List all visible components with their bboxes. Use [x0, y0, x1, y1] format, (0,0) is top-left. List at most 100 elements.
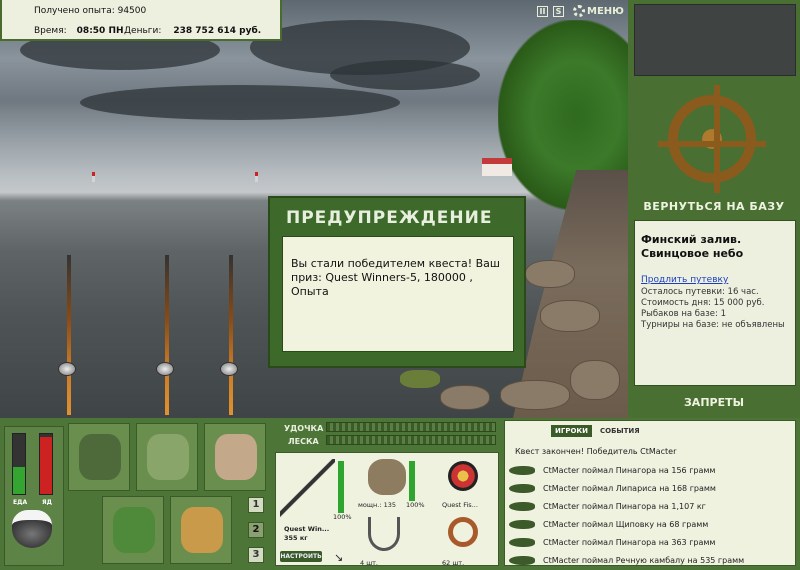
event-text: CtMacter поймал Речную камбалу на 535 гр…: [543, 555, 745, 565]
rod-label: УДОЧКА: [284, 424, 324, 433]
event-text: CtMacter поймал Щиповку на 68 грамм: [543, 519, 709, 529]
bait-count: 62 шт.: [442, 559, 465, 567]
tab-players[interactable]: ИГРОКИ: [551, 425, 592, 437]
rock: [440, 385, 490, 410]
time-label: Время:: [34, 26, 67, 36]
bag-icon: [79, 434, 121, 480]
list-item: CtMacter поймал Щиповку на 68 грамм: [509, 515, 793, 533]
event-text: CtMacter поймал Пинагора на 156 грамм: [543, 465, 716, 475]
reel-icon: [156, 362, 174, 376]
right-panel: ВЕРНУТЬСЯ НА БАЗУ Финский залив. Свинцов…: [628, 0, 800, 418]
stat-line: Стоимость дня: 15 000 руб.: [641, 298, 765, 308]
tab-events[interactable]: СОБЫТИЯ: [596, 425, 644, 437]
fishing-rod[interactable]: [165, 255, 169, 415]
reel-power: мощн.: 135: [358, 501, 396, 509]
location-title: Финский залив. Свинцовое небо: [641, 233, 789, 261]
menu-label: МЕНЮ: [587, 5, 624, 17]
ship-wheel-icon[interactable]: [658, 85, 766, 193]
basket-icon: [113, 507, 155, 553]
inventory-page-2[interactable]: 2: [248, 522, 264, 538]
fish-icon: [509, 501, 535, 511]
pause-button[interactable]: II: [537, 5, 548, 17]
food-level: [13, 467, 25, 494]
menu-button[interactable]: МЕНЮ: [573, 5, 624, 17]
buoy: [255, 172, 258, 182]
rod-image[interactable]: [280, 459, 335, 519]
grass: [400, 370, 440, 388]
inventory-page-1[interactable]: 1: [248, 497, 264, 513]
rock: [570, 360, 620, 400]
poison-level: [40, 437, 52, 494]
reel-icon: [220, 362, 238, 376]
fish-icon: [509, 537, 535, 547]
bucket-icon: [181, 507, 223, 553]
location-sub: Свинцовое небо: [641, 247, 744, 260]
reel-wear-level: [409, 461, 415, 501]
rock: [525, 260, 575, 288]
stat-line: Турниры на базе: не объявлены: [641, 320, 785, 330]
map-icon: [215, 434, 257, 480]
rock: [500, 380, 570, 410]
inventory-slot[interactable]: [136, 423, 198, 491]
event-text: CtMacter поймал Пинагора на 363 грамм: [543, 537, 716, 547]
buoy: [92, 172, 95, 182]
events-panel: ИГРОКИ СОБЫТИЯ Квест закончен! Победител…: [504, 420, 796, 566]
rock: [540, 300, 600, 332]
stat-line: Рыбаков на базе: 1: [641, 309, 726, 319]
bait-worm-image[interactable]: [448, 517, 478, 547]
gear-icon: [573, 5, 585, 17]
reel-image[interactable]: [368, 459, 406, 495]
inventory-slot[interactable]: [102, 496, 164, 564]
fish-icon: [509, 555, 535, 565]
extend-permit-link[interactable]: Продлить путевку: [641, 275, 789, 285]
reel-wear-gauge: [409, 461, 415, 501]
location-name: Финский залив.: [641, 233, 742, 246]
hook-count: 4 шт.: [360, 559, 379, 567]
stat-line: Осталось путевки: 16 час.: [641, 287, 759, 297]
inventory-slot[interactable]: [170, 496, 232, 564]
inventory-slot[interactable]: [68, 423, 130, 491]
bans-button[interactable]: ЗАПРЕТЫ: [628, 396, 800, 409]
hook-image[interactable]: [368, 517, 400, 551]
list-item: CtMacter поймал Пинагора на 1,107 кг: [509, 497, 793, 515]
cloud: [330, 60, 480, 90]
events-tabs: ИГРОКИ СОБЫТИЯ: [551, 425, 644, 437]
money-value: 238 752 614 руб.: [173, 26, 262, 36]
map-preview: [634, 4, 796, 76]
events-header: Квест закончен! Победитель CtMacter: [515, 447, 677, 456]
list-item: CtMacter поймал Липариса на 168 грамм: [509, 479, 793, 497]
fishing-rod[interactable]: [67, 255, 71, 415]
status-panel: Получено опыта: 94500 Время: 08:50 ПН Ден…: [0, 0, 282, 41]
cauldron-icon[interactable]: [12, 510, 52, 548]
events-list: CtMacter поймал Пинагора на 156 грамм Ct…: [509, 461, 793, 569]
rod-percent: 100%: [333, 513, 352, 521]
rod-wear-gauge: [338, 461, 344, 513]
line-spool-image[interactable]: [448, 461, 478, 491]
money-label: Деньги:: [124, 26, 162, 36]
reel-percent: 100%: [406, 501, 425, 509]
top-controls: II S МЕНЮ: [537, 5, 624, 17]
dialog-message: Вы стали победителем квеста! Ваш приз: Q…: [282, 236, 514, 352]
money-info: Деньги: 238 752 614 руб.: [124, 26, 261, 36]
fish-icon: [509, 483, 535, 493]
fishing-rod[interactable]: [229, 255, 233, 415]
inventory-slot[interactable]: [204, 423, 266, 491]
line-strength-bar: [326, 435, 496, 445]
lighthouse-house: [482, 158, 512, 176]
sound-button[interactable]: S: [553, 5, 564, 17]
line-label: ЛЕСКА: [288, 437, 319, 446]
setup-button[interactable]: НАСТРОИТЬ: [280, 551, 322, 562]
inventory-page-3[interactable]: 3: [248, 547, 264, 563]
time-info: Время: 08:50 ПН: [34, 26, 124, 36]
warning-dialog[interactable]: ПРЕДУПРЕЖДЕНИЕ Вы стали победителем квес…: [268, 196, 526, 368]
rod-wear-level: [338, 461, 344, 513]
fish-icon: [509, 465, 535, 475]
rod-name: Quest Win...: [284, 525, 330, 533]
dialog-title: ПРЕДУПРЕЖДЕНИЕ: [286, 208, 493, 228]
cloud: [80, 85, 400, 120]
list-item: CtMacter поймал Речную камбалу на 535 гр…: [509, 551, 793, 569]
event-text: CtMacter поймал Пинагора на 1,107 кг: [543, 501, 706, 511]
return-to-base-button[interactable]: ВЕРНУТЬСЯ НА БАЗУ: [628, 200, 800, 213]
fish-icon: [509, 519, 535, 529]
line-name: Quest Fis...: [442, 501, 478, 509]
